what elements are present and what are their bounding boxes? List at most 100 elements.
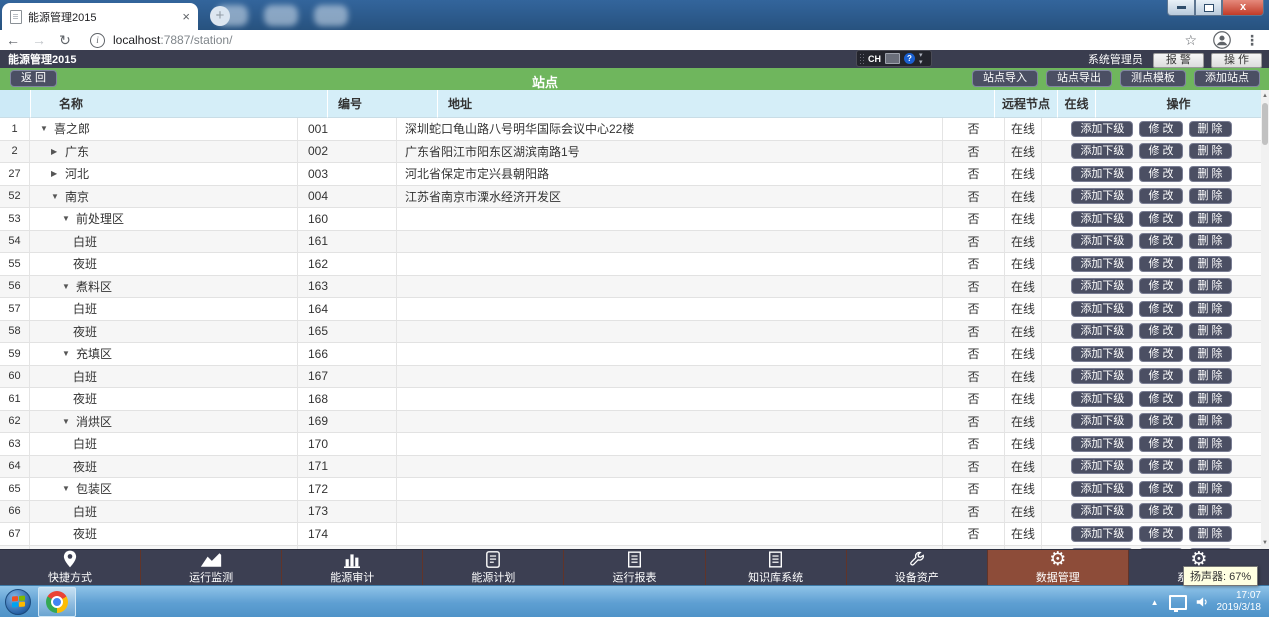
delete-button[interactable]: 删 除: [1189, 211, 1232, 227]
scroll-up-icon[interactable]: ▲: [1261, 90, 1269, 102]
tree-expanded-icon[interactable]: ▼: [62, 282, 71, 291]
profile-avatar-icon[interactable]: [1213, 31, 1231, 49]
scrollbar-thumb[interactable]: [1262, 103, 1268, 145]
edit-button[interactable]: 修 改: [1139, 413, 1182, 429]
delete-button[interactable]: 删 除: [1189, 368, 1232, 384]
scroll-down-icon[interactable]: ▼: [1261, 537, 1269, 549]
browser-menu-icon[interactable]: ⋮: [1245, 32, 1259, 49]
delete-button[interactable]: 删 除: [1189, 481, 1232, 497]
delete-button[interactable]: 删 除: [1189, 143, 1232, 159]
edit-button[interactable]: 修 改: [1139, 323, 1182, 339]
nav-item-1[interactable]: 快捷方式: [0, 550, 141, 585]
restore-button[interactable]: [1195, 0, 1222, 16]
taskbar-chrome-button[interactable]: [38, 587, 76, 617]
bookmark-star-icon[interactable]: ☆: [1184, 32, 1197, 49]
delete-button[interactable]: 删 除: [1189, 526, 1232, 542]
delete-button[interactable]: 删 除: [1189, 503, 1232, 519]
browser-tab[interactable]: 能源管理2015 ×: [2, 3, 198, 30]
nav-item-4[interactable]: 能源计划: [423, 550, 564, 585]
edit-button[interactable]: 修 改: [1139, 301, 1182, 317]
add-child-button[interactable]: 添加下级: [1071, 503, 1133, 519]
delete-button[interactable]: 删 除: [1189, 166, 1232, 182]
tree-collapsed-icon[interactable]: ▶: [51, 147, 60, 156]
drag-handle-icon[interactable]: [859, 53, 865, 64]
start-button[interactable]: [5, 589, 31, 615]
ime-language-label[interactable]: CH: [868, 54, 881, 64]
add-child-button[interactable]: 添加下级: [1071, 143, 1133, 159]
delete-button[interactable]: 删 除: [1189, 256, 1232, 272]
add-child-button[interactable]: 添加下级: [1071, 188, 1133, 204]
station-import-button[interactable]: 站点导入: [972, 70, 1038, 87]
delete-button[interactable]: 删 除: [1189, 346, 1232, 362]
edit-button[interactable]: 修 改: [1139, 211, 1182, 227]
tree-expanded-icon[interactable]: ▼: [40, 124, 49, 133]
vertical-scrollbar[interactable]: ▲ ▼: [1261, 90, 1269, 549]
add-child-button[interactable]: 添加下级: [1071, 391, 1133, 407]
edit-button[interactable]: 修 改: [1139, 278, 1182, 294]
add-child-button[interactable]: 添加下级: [1071, 211, 1133, 227]
nav-item-2[interactable]: 运行监测: [141, 550, 282, 585]
edit-button[interactable]: 修 改: [1139, 256, 1182, 272]
nav-item-5[interactable]: 运行报表: [564, 550, 705, 585]
delete-button[interactable]: 删 除: [1189, 391, 1232, 407]
add-child-button[interactable]: 添加下级: [1071, 458, 1133, 474]
station-export-button[interactable]: 站点导出: [1046, 70, 1112, 87]
ime-language-bar[interactable]: CH ? ▾▾: [856, 50, 932, 67]
delete-button[interactable]: 删 除: [1189, 188, 1232, 204]
edit-button[interactable]: 修 改: [1139, 391, 1182, 407]
edit-button[interactable]: 修 改: [1139, 436, 1182, 452]
edit-button[interactable]: 修 改: [1139, 166, 1182, 182]
add-station-button[interactable]: 添加站点: [1194, 70, 1260, 87]
add-child-button[interactable]: 添加下级: [1071, 526, 1133, 542]
delete-button[interactable]: 删 除: [1189, 458, 1232, 474]
edit-button[interactable]: 修 改: [1139, 481, 1182, 497]
point-template-button[interactable]: 测点模板: [1120, 70, 1186, 87]
delete-button[interactable]: 删 除: [1189, 121, 1232, 137]
reload-icon[interactable]: ↻: [52, 32, 78, 49]
edit-button[interactable]: 修 改: [1139, 121, 1182, 137]
add-child-button[interactable]: 添加下级: [1071, 413, 1133, 429]
add-child-button[interactable]: 添加下级: [1071, 481, 1133, 497]
nav-item-8[interactable]: ⚙数据管理: [988, 550, 1129, 585]
tree-expanded-icon[interactable]: ▼: [62, 349, 71, 358]
show-hidden-icons-icon[interactable]: ▲: [1151, 598, 1159, 607]
edit-button[interactable]: 修 改: [1139, 526, 1182, 542]
edit-button[interactable]: 修 改: [1139, 233, 1182, 249]
address-bar[interactable]: localhost:7887/station/: [113, 33, 232, 47]
tree-expanded-icon[interactable]: ▼: [62, 214, 71, 223]
delete-button[interactable]: 删 除: [1189, 233, 1232, 249]
close-button[interactable]: x: [1222, 0, 1264, 16]
edit-button[interactable]: 修 改: [1139, 503, 1182, 519]
nav-item-3[interactable]: 能源审计: [282, 550, 423, 585]
edit-button[interactable]: 修 改: [1139, 346, 1182, 362]
back-page-button[interactable]: 返 回: [10, 70, 57, 87]
add-child-button[interactable]: 添加下级: [1071, 436, 1133, 452]
add-child-button[interactable]: 添加下级: [1071, 323, 1133, 339]
clock[interactable]: 17:07 2019/3/18: [1217, 590, 1262, 614]
add-child-button[interactable]: 添加下级: [1071, 278, 1133, 294]
add-child-button[interactable]: 添加下级: [1071, 368, 1133, 384]
tree-collapsed-icon[interactable]: ▶: [51, 169, 60, 178]
back-icon[interactable]: ←: [0, 32, 26, 48]
delete-button[interactable]: 删 除: [1189, 278, 1232, 294]
edit-button[interactable]: 修 改: [1139, 368, 1182, 384]
keyboard-icon[interactable]: [885, 53, 900, 64]
nav-item-6[interactable]: 知识库系统: [706, 550, 847, 585]
delete-button[interactable]: 删 除: [1189, 413, 1232, 429]
add-child-button[interactable]: 添加下级: [1071, 166, 1133, 182]
edit-button[interactable]: 修 改: [1139, 143, 1182, 159]
edit-button[interactable]: 修 改: [1139, 188, 1182, 204]
add-child-button[interactable]: 添加下级: [1071, 121, 1133, 137]
speaker-icon[interactable]: [1195, 595, 1217, 609]
add-child-button[interactable]: 添加下级: [1071, 256, 1133, 272]
alarm-button[interactable]: 报 警: [1153, 53, 1204, 68]
add-child-button[interactable]: 添加下级: [1071, 346, 1133, 362]
operation-button[interactable]: 操 作: [1211, 53, 1262, 68]
edit-button[interactable]: 修 改: [1139, 458, 1182, 474]
delete-button[interactable]: 删 除: [1189, 301, 1232, 317]
network-icon[interactable]: [1169, 595, 1187, 610]
delete-button[interactable]: 删 除: [1189, 436, 1232, 452]
tree-expanded-icon[interactable]: ▼: [62, 417, 71, 426]
help-icon[interactable]: ?: [904, 53, 915, 64]
nav-item-7[interactable]: 设备资产: [847, 550, 988, 585]
